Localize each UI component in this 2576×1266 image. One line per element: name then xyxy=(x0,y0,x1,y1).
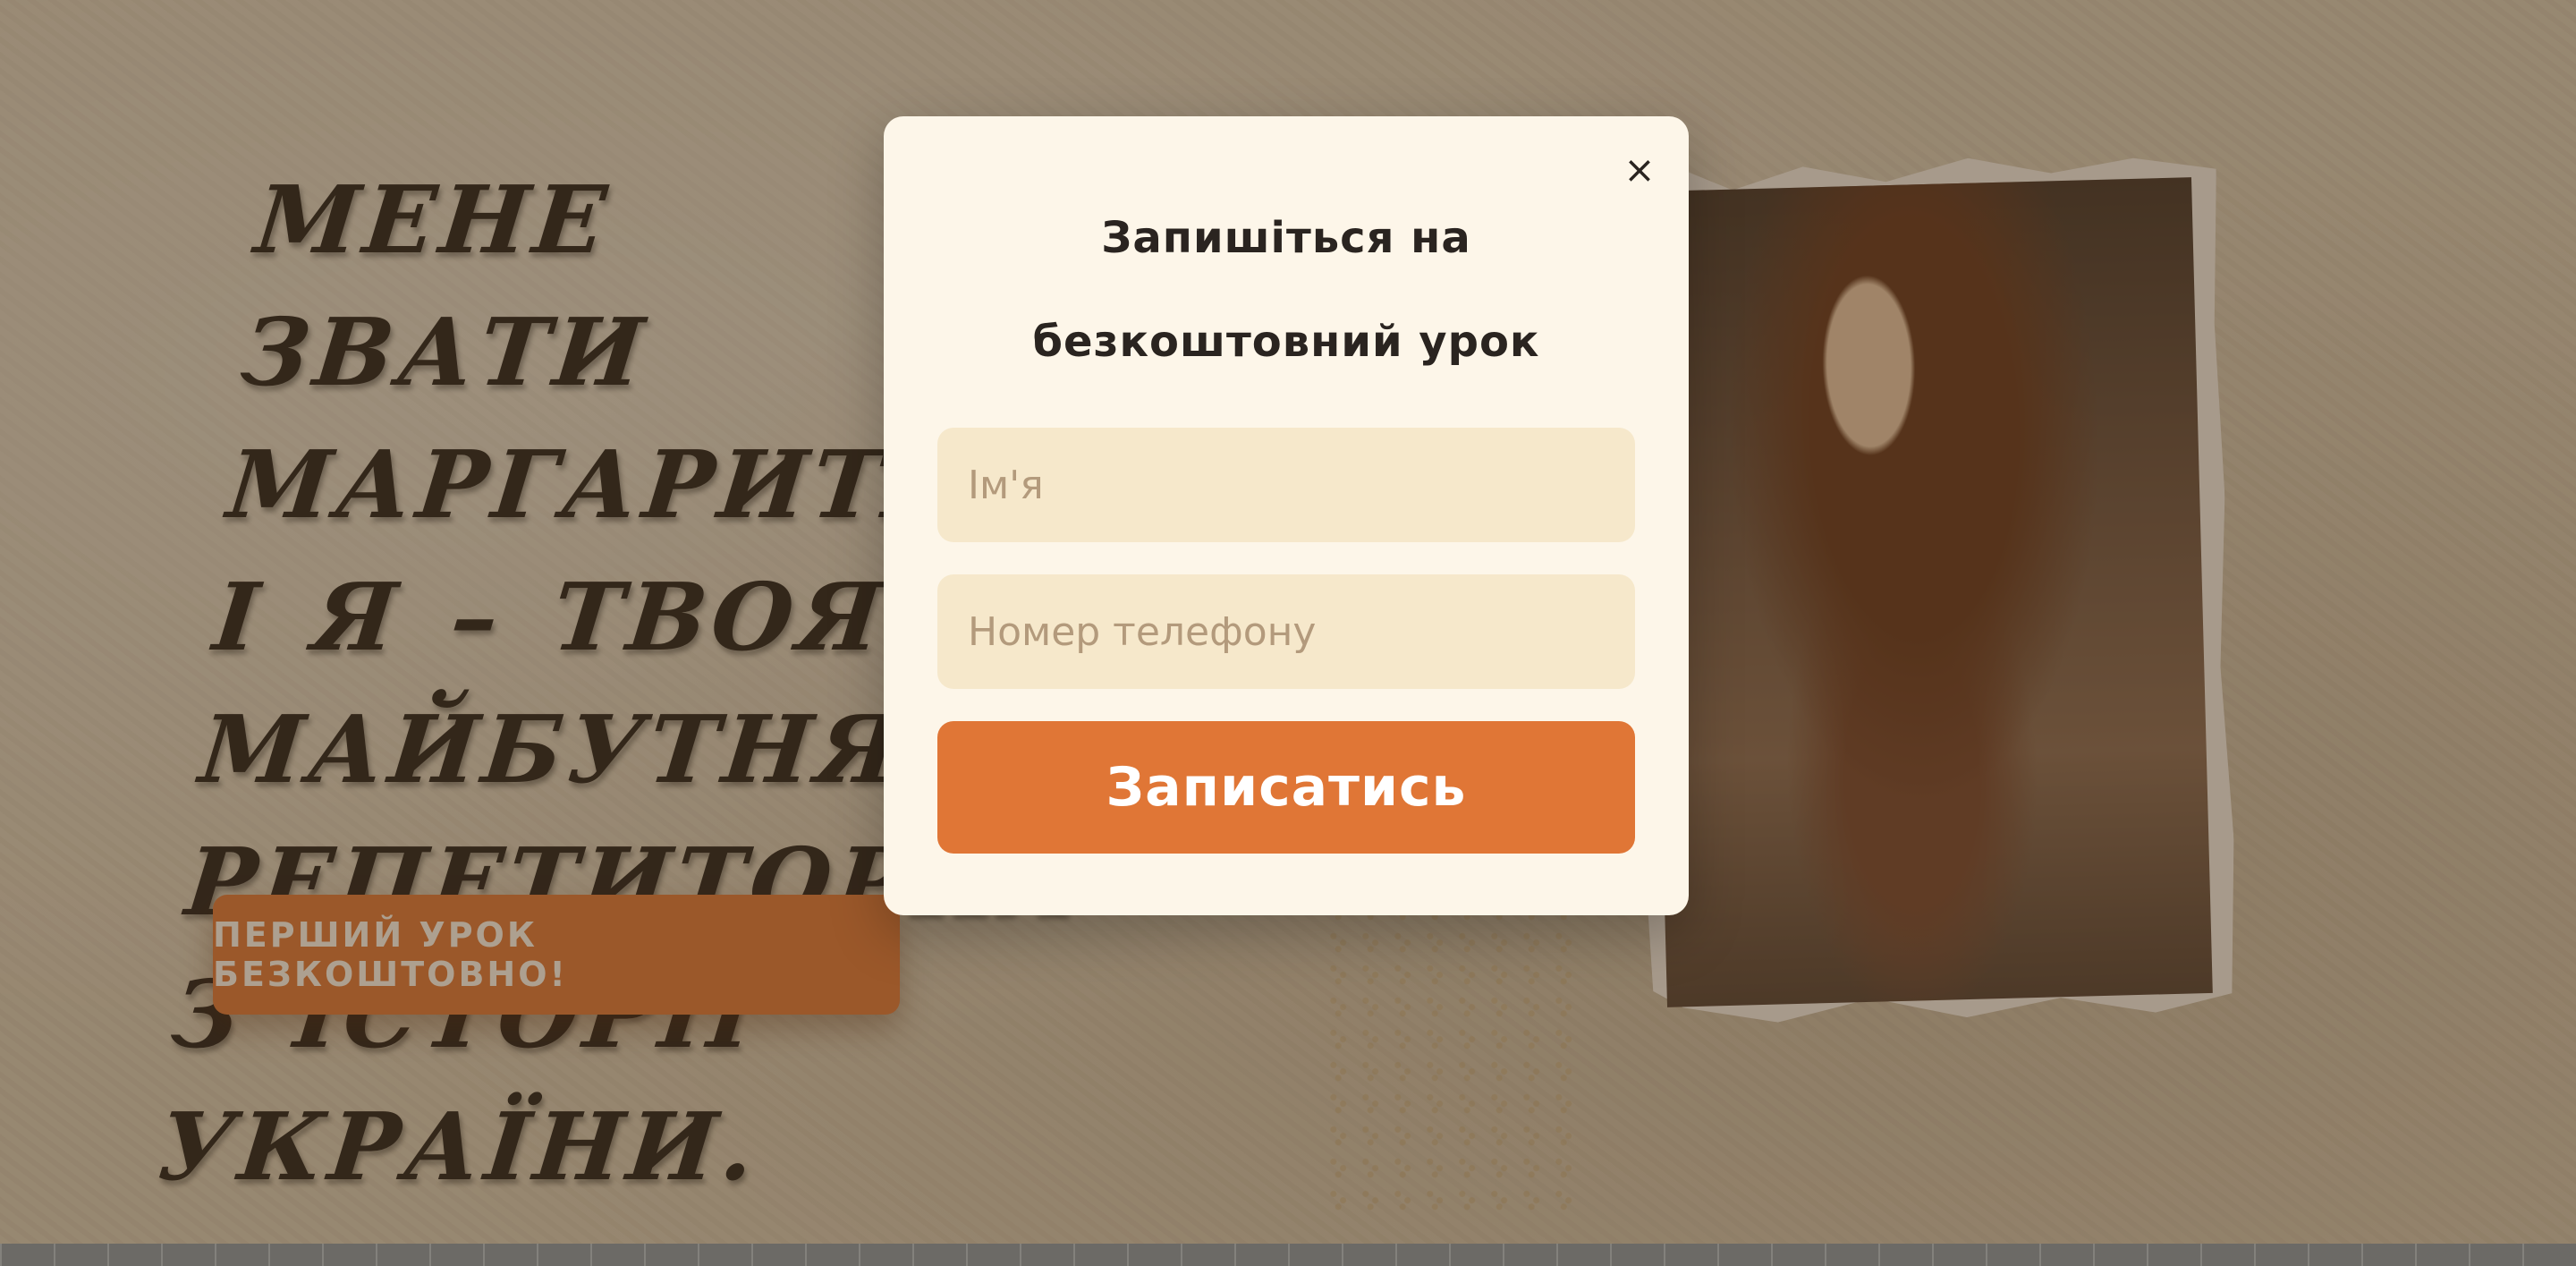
modal-title: Запишіться на безкоштовний урок xyxy=(1032,213,1540,367)
name-input[interactable] xyxy=(937,428,1635,542)
signup-modal: × Запишіться на безкоштовний урок Записа… xyxy=(884,116,1689,915)
submit-button[interactable]: Записатись xyxy=(937,721,1635,854)
close-icon[interactable]: × xyxy=(1617,147,1662,191)
phone-input[interactable] xyxy=(937,574,1635,689)
